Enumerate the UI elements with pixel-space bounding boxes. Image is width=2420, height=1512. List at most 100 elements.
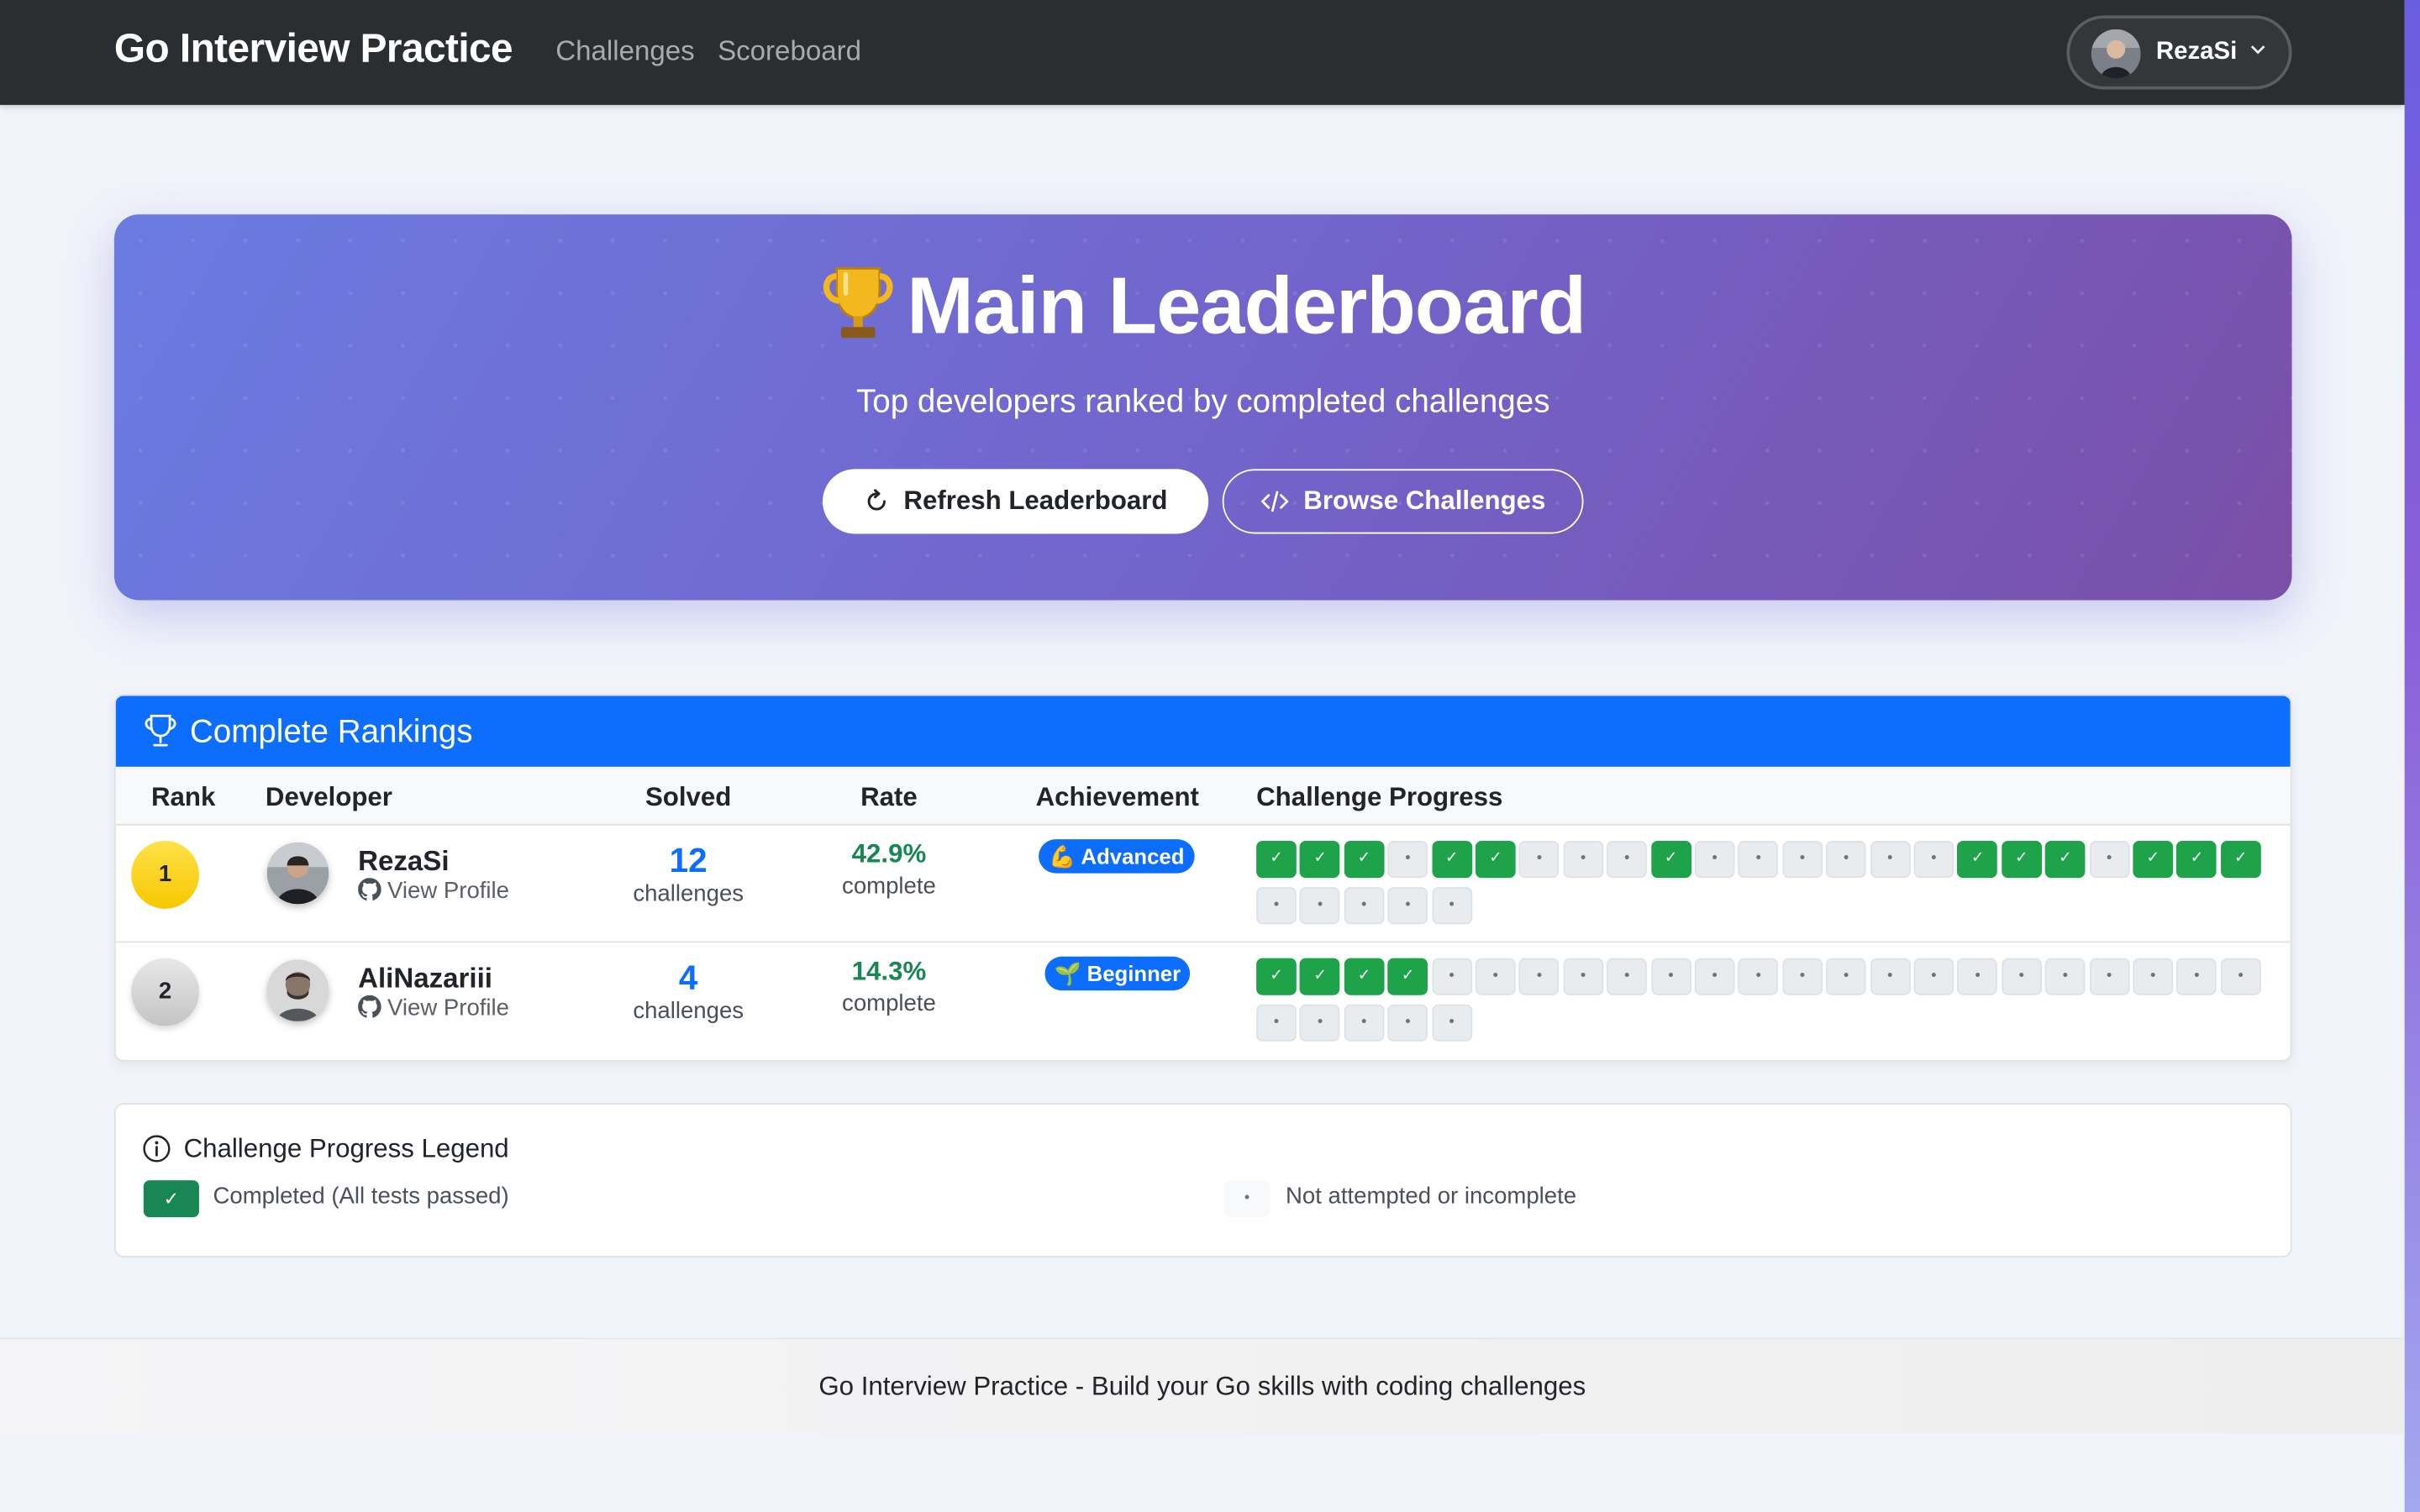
challenge-cell-23[interactable]: ✓ xyxy=(2220,841,2261,879)
challenge-cell-20[interactable]: • xyxy=(2089,958,2129,995)
challenge-cell-5[interactable]: • xyxy=(1431,958,1472,995)
solved-count: 12 xyxy=(669,841,708,879)
view-profile-link[interactable]: View Profile xyxy=(358,878,509,904)
footer-text: Go Interview Practice - Build your Go sk… xyxy=(818,1371,1586,1401)
rank-badge: 2 xyxy=(131,958,199,1026)
decorative-strip xyxy=(2404,0,2420,1512)
challenge-cell-16[interactable]: • xyxy=(1913,958,1954,995)
challenge-cell-1[interactable]: ✓ xyxy=(1256,841,1297,879)
challenge-cell-15[interactable]: • xyxy=(1870,841,1911,879)
browse-challenges-button[interactable]: Browse Challenges xyxy=(1222,469,1584,536)
brand-link[interactable]: Go Interview Practice xyxy=(114,24,513,72)
challenge-cell-8[interactable]: • xyxy=(1563,841,1603,879)
solved-unit: challenges xyxy=(633,998,744,1025)
challenge-cell-12[interactable]: • xyxy=(1738,841,1779,879)
challenge-cell-14[interactable]: • xyxy=(1826,958,1866,995)
trophy-outline-icon xyxy=(145,714,176,747)
legend-completed-swatch: ✓ xyxy=(143,1180,199,1218)
challenge-cell-19[interactable]: • xyxy=(2045,958,2086,995)
solved-count: 4 xyxy=(678,958,698,997)
user-name: RezaSi xyxy=(2155,38,2238,66)
challenge-cell-5[interactable]: ✓ xyxy=(1431,841,1472,879)
table-row: 2 AliNazariii View Profile 4 challenges … xyxy=(116,942,2291,1060)
developer-name: AliNazariii xyxy=(358,963,492,994)
challenge-cell-17[interactable]: • xyxy=(1957,958,1998,995)
chevron-down-icon xyxy=(2250,45,2265,55)
avatar[interactable] xyxy=(266,842,329,905)
view-profile-label: View Profile xyxy=(387,878,510,905)
challenge-cell-14[interactable]: • xyxy=(1826,841,1866,879)
challenge-cell-20[interactable]: • xyxy=(2089,841,2129,879)
challenge-cell-28[interactable]: • xyxy=(1431,887,1472,925)
solved-unit: challenges xyxy=(633,880,744,908)
user-menu-button[interactable]: RezaSi xyxy=(2066,15,2292,90)
challenge-cell-26[interactable]: • xyxy=(1344,887,1385,925)
code-icon xyxy=(1260,475,1288,536)
legend-incomplete-swatch: • xyxy=(1223,1180,1270,1218)
challenge-cell-6[interactable]: ✓ xyxy=(1475,841,1516,879)
challenge-cell-12[interactable]: • xyxy=(1738,958,1779,995)
footer: Go Interview Practice - Build your Go sk… xyxy=(0,1337,2405,1434)
refresh-label: Refresh Leaderboard xyxy=(903,486,1168,516)
challenge-cell-3[interactable]: ✓ xyxy=(1344,841,1385,879)
completion-rate: 14.3% xyxy=(851,956,927,986)
rate-unit: complete xyxy=(842,990,936,1017)
avatar[interactable] xyxy=(266,959,329,1021)
challenge-cell-1[interactable]: ✓ xyxy=(1256,958,1297,995)
challenge-cell-25[interactable]: • xyxy=(1300,1004,1341,1042)
challenge-cell-4[interactable]: ✓ xyxy=(1387,958,1428,995)
trophy-icon xyxy=(820,262,894,362)
col-achievement: Achievement xyxy=(1035,782,1199,812)
challenge-cell-7[interactable]: • xyxy=(1519,958,1560,995)
challenge-cell-16[interactable]: • xyxy=(1913,841,1954,879)
challenge-cell-2[interactable]: ✓ xyxy=(1300,841,1341,879)
github-icon xyxy=(358,878,381,900)
challenge-cell-9[interactable]: • xyxy=(1607,958,1648,995)
nav-challenges-link[interactable]: Challenges xyxy=(555,35,694,68)
challenge-cell-2[interactable]: ✓ xyxy=(1300,958,1341,995)
challenge-cell-13[interactable]: • xyxy=(1782,958,1823,995)
challenge-cell-22[interactable]: ✓ xyxy=(2176,841,2217,879)
challenge-cell-11[interactable]: • xyxy=(1694,841,1735,879)
challenge-cell-7[interactable]: • xyxy=(1519,841,1560,879)
challenge-cell-27[interactable]: • xyxy=(1387,887,1428,925)
challenge-cell-6[interactable]: • xyxy=(1475,958,1516,995)
top-navbar: Go Interview Practice Challenges Scorebo… xyxy=(0,0,2405,105)
progress-legend: Challenge Progress Legend ✓ Completed (A… xyxy=(113,1103,2292,1257)
page-title: Main Leaderboard xyxy=(114,260,2292,362)
challenge-cell-11[interactable]: • xyxy=(1694,958,1735,995)
challenge-cell-3[interactable]: ✓ xyxy=(1344,958,1385,995)
challenge-cell-9[interactable]: • xyxy=(1607,841,1648,879)
completion-rate: 42.9% xyxy=(851,839,927,869)
challenge-cell-4[interactable]: • xyxy=(1387,841,1428,879)
challenge-cell-27[interactable]: • xyxy=(1387,1004,1428,1042)
rate-unit: complete xyxy=(842,873,936,900)
challenge-cell-21[interactable]: ✓ xyxy=(2133,841,2174,879)
challenge-cell-18[interactable]: • xyxy=(2001,958,2042,995)
challenge-cell-26[interactable]: • xyxy=(1344,1004,1385,1042)
challenge-cell-8[interactable]: • xyxy=(1563,958,1603,995)
legend-incomplete-label: Not attempted or incomplete xyxy=(1286,1183,1577,1210)
challenge-cell-10[interactable]: • xyxy=(1650,958,1691,995)
challenge-cell-10[interactable]: ✓ xyxy=(1650,841,1691,879)
challenge-cell-17[interactable]: ✓ xyxy=(1957,841,1998,879)
hero-banner: Main Leaderboard Top developers ranked b… xyxy=(113,214,2292,601)
hero-title-text: Main Leaderboard xyxy=(907,262,1586,352)
hero-subtitle: Top developers ranked by completed chall… xyxy=(855,384,1550,420)
rankings-title: Complete Rankings xyxy=(189,714,473,750)
challenge-cell-24[interactable]: • xyxy=(1256,1004,1297,1042)
challenge-cell-19[interactable]: ✓ xyxy=(2045,841,2086,879)
nav-scoreboard-link[interactable]: Scoreboard xyxy=(718,35,861,68)
challenge-cell-15[interactable]: • xyxy=(1870,958,1911,995)
challenge-cell-25[interactable]: • xyxy=(1300,887,1341,925)
challenge-cell-21[interactable]: • xyxy=(2133,958,2174,995)
challenge-cell-13[interactable]: • xyxy=(1782,841,1823,879)
challenge-cell-24[interactable]: • xyxy=(1256,887,1297,925)
challenge-cell-18[interactable]: ✓ xyxy=(2001,841,2042,879)
challenge-cell-23[interactable]: • xyxy=(2220,958,2261,995)
challenge-cell-28[interactable]: • xyxy=(1431,1004,1472,1042)
refresh-leaderboard-button[interactable]: Refresh Leaderboard xyxy=(822,469,1209,534)
view-profile-link[interactable]: View Profile xyxy=(358,995,509,1021)
legend-completed-label: Completed (All tests passed) xyxy=(213,1183,509,1210)
challenge-cell-22[interactable]: • xyxy=(2176,958,2217,995)
